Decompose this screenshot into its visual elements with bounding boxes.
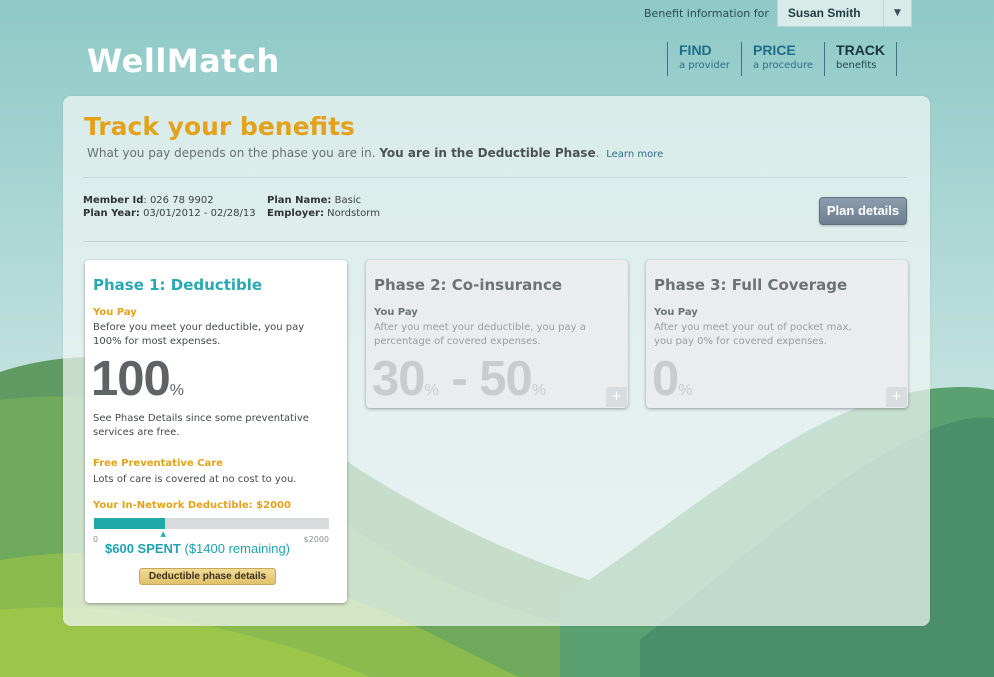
phase-3-title: Phase 3: Full Coverage xyxy=(654,276,848,294)
divider xyxy=(83,241,907,242)
phase-1-card[interactable]: Phase 1: Deductible You Pay Before you m… xyxy=(85,260,347,603)
chevron-down-icon[interactable]: ▼ xyxy=(882,0,911,26)
phase-2-amount-low: 30 xyxy=(372,352,426,406)
phase-1-amount: 100% xyxy=(91,354,184,416)
percent-unit: % xyxy=(424,382,439,399)
plan-name-label: Plan Name: xyxy=(267,195,332,206)
wellmatch-logo[interactable]: WellMatch xyxy=(87,42,280,80)
top-navigation: FIND a provider PRICE a procedure TRACK … xyxy=(667,42,898,76)
member-id-label: Member Id xyxy=(83,195,144,206)
phase-3-amount-value: 0 xyxy=(652,352,679,406)
employer: Employer: Nordstorm xyxy=(267,208,380,219)
plan-details-button[interactable]: Plan details xyxy=(819,197,907,225)
member-select[interactable]: Susan Smith ▼ xyxy=(776,0,912,27)
remaining-amount: ($1400 remaining) xyxy=(184,541,291,556)
plan-name: Plan Name: Basic xyxy=(267,195,380,206)
you-pay-label: You Pay xyxy=(374,307,418,318)
benefit-info-bar: Benefit information for Susan Smith ▼ xyxy=(644,0,912,27)
phase-2-title: Phase 2: Co-insurance xyxy=(374,276,563,294)
plan-name-value: Basic xyxy=(331,195,362,206)
nav-find-subtitle: a provider xyxy=(679,60,730,71)
nav-track[interactable]: TRACK benefits xyxy=(824,42,898,76)
phase-1-description-line2: 100% for most expenses. xyxy=(93,336,221,347)
nav-price-title: PRICE xyxy=(752,42,796,58)
employer-label: Employer: xyxy=(267,208,324,219)
deductible-label: Your In-Network Deductible: $2000 xyxy=(93,500,291,511)
benefit-info-label: Benefit information for xyxy=(644,7,769,20)
phase-1-description-line1: Before you meet your deductible, you pay xyxy=(93,322,305,333)
percent-unit: % xyxy=(531,382,547,399)
percent-unit: % xyxy=(169,382,184,399)
you-pay-label: You Pay xyxy=(654,307,698,318)
phase-3-description-line2: you pay 0% for covered expenses. xyxy=(654,336,827,347)
range-separator: - xyxy=(438,352,480,406)
phase-1-title: Phase 1: Deductible xyxy=(93,276,263,294)
plan-year-value: 03/01/2012 - 02/28/13 xyxy=(139,208,256,219)
phase-2-card[interactable]: Phase 2: Co-insurance You Pay After you … xyxy=(366,260,628,408)
deductible-details-button[interactable]: Deductible phase details xyxy=(139,568,276,585)
phase-1-note-line1: See Phase Details since some preventativ… xyxy=(93,413,309,424)
nav-find[interactable]: FIND a provider xyxy=(667,42,741,76)
nav-find-title: FIND xyxy=(679,42,712,58)
percent-unit: % xyxy=(678,382,693,399)
member-id-value: : 026 78 9902 xyxy=(143,195,214,206)
expand-plus-icon[interactable]: + xyxy=(606,387,627,407)
nav-track-subtitle: benefits xyxy=(836,60,877,71)
employer-value: Nordstorm xyxy=(323,208,380,219)
progress-max-label: $2000 xyxy=(303,535,329,544)
member-info: Member Id: 026 78 9902 Plan Name: Basic … xyxy=(83,195,380,219)
expand-plus-icon[interactable]: + xyxy=(886,387,907,407)
free-care-text: Lots of care is covered at no cost to yo… xyxy=(93,474,297,485)
spent-amount: $600 SPENT xyxy=(105,541,181,556)
subtitle-text: What you pay depends on the phase you ar… xyxy=(87,146,376,160)
phase-2-amount-high: 50 xyxy=(479,352,533,406)
page-subtitle: What you pay depends on the phase you ar… xyxy=(87,146,663,160)
member-id: Member Id: 026 78 9902 xyxy=(83,195,267,206)
current-phase-text: You are in the Deductible Phase xyxy=(379,146,596,160)
plan-year: Plan Year: 03/01/2012 - 02/28/13 xyxy=(83,208,267,219)
plan-year-label: Plan Year: xyxy=(83,208,140,219)
benefits-panel: Track your benefits What you pay depends… xyxy=(63,96,930,626)
page-title: Track your benefits xyxy=(84,112,355,141)
divider xyxy=(83,177,907,178)
learn-more-link[interactable]: Learn more xyxy=(606,149,663,160)
progress-marker-icon: ▲ xyxy=(160,530,166,538)
phase-2-description-line1: After you meet your deductible, you pay … xyxy=(374,322,586,333)
member-select-value: Susan Smith xyxy=(787,6,861,20)
deductible-progress-bar xyxy=(94,518,329,529)
phase-1-amount-value: 100 xyxy=(91,352,171,406)
phase-1-note-line2: services are free. xyxy=(93,427,180,438)
nav-price-subtitle: a procedure xyxy=(752,60,814,71)
phase-2-description-line2: percentage of covered expenses. xyxy=(374,336,541,347)
free-care-label: Free Preventative Care xyxy=(93,458,223,469)
nav-price[interactable]: PRICE a procedure xyxy=(740,42,824,76)
phase-3-description-line1: After you meet your out of pocket max, xyxy=(654,322,852,333)
phase-2-amount: 30% - 50% xyxy=(372,354,546,416)
deductible-progress-fill xyxy=(94,518,165,529)
phase-3-amount: 0% xyxy=(652,354,693,416)
spent-summary: $600 SPENT ($1400 remaining) xyxy=(105,541,290,556)
phase-3-card[interactable]: Phase 3: Full Coverage You Pay After you… xyxy=(646,260,908,408)
subtitle-period: . xyxy=(595,146,600,160)
progress-min-label: 0 xyxy=(93,535,99,544)
nav-track-title: TRACK xyxy=(836,42,886,58)
you-pay-label: You Pay xyxy=(93,307,137,318)
